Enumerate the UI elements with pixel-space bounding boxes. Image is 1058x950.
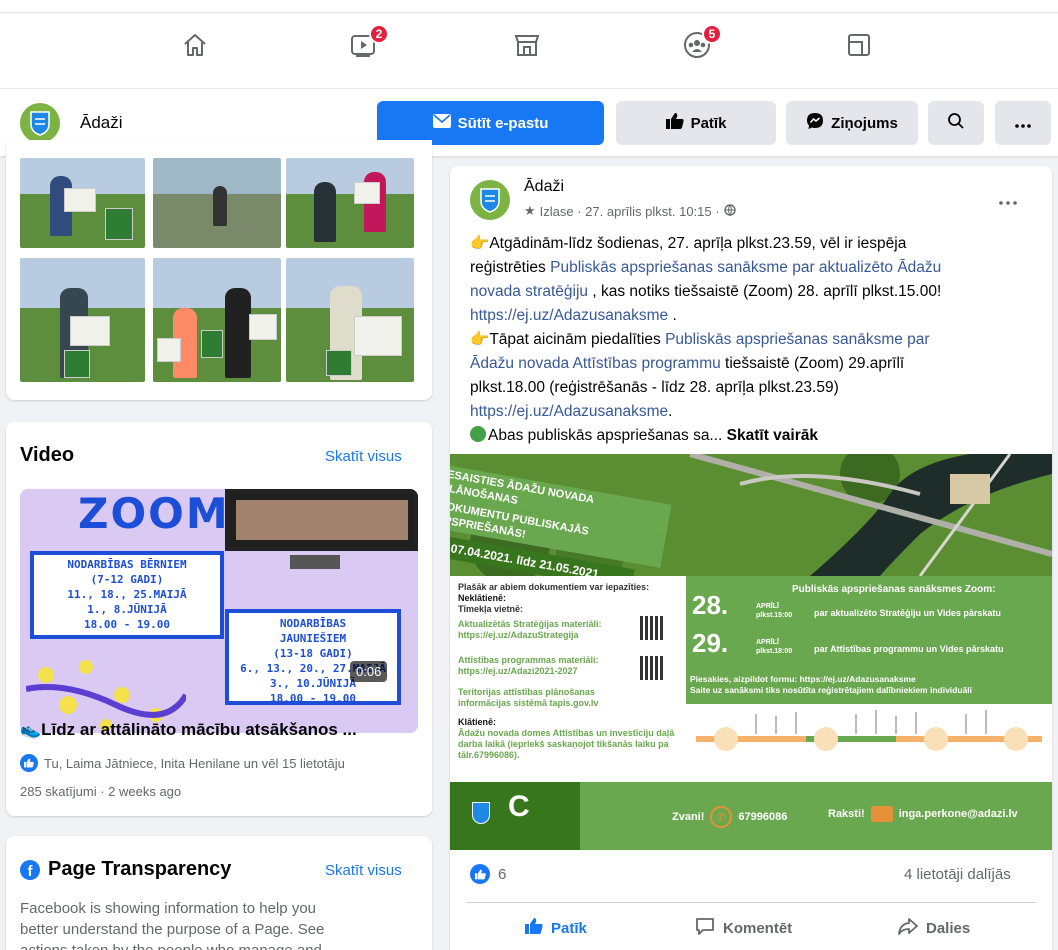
star-icon: ★ [524,203,536,218]
groups-icon[interactable]: 5 [680,24,722,60]
transparency-see-all-link[interactable]: Skatīt visus [325,862,402,879]
post-author-avatar[interactable] [470,180,510,220]
poster-timeline [686,704,1052,782]
poster-footer: C Zvani! ✆ 67996086 Raksti! inga.perkone… [450,782,1052,850]
send-email-button[interactable]: Sūtīt e-pastu [377,101,604,145]
search-button[interactable] [928,101,984,145]
more-options-button[interactable] [995,101,1051,145]
messenger-icon [806,112,824,134]
video-icon[interactable]: 2 [347,24,389,60]
pointing-hand-icon: 👉 [470,331,490,348]
top-divider [0,12,1058,13]
page-name[interactable]: Ādaži [80,113,123,133]
message-button[interactable]: Ziņojums [786,101,918,145]
gaming-icon[interactable] [842,30,876,60]
video-badge: 2 [369,24,389,44]
transparency-title: Page Transparency [48,858,232,880]
post-author-name[interactable]: Ādaži [524,178,564,196]
photo-thumbnail[interactable] [286,158,414,248]
share-icon [898,917,918,939]
photo-thumbnail[interactable] [153,158,281,248]
phone-icon: ✆ [710,806,733,828]
poster-info-left: Plašāk ar abiem dokumentiem var iepazīti… [450,576,686,782]
like-reaction-icon [20,754,38,772]
mail-icon [870,806,893,822]
youth-schedule-box: NODARBĪBAS JAUNIEŠIEM (13-18 GADI) 6., 1… [225,609,401,705]
post-url-link[interactable]: https://ej.uz/Adazusanaksme [470,307,668,324]
post-timestamp[interactable]: Izlase · 27. aprīlis plkst. 10:15 · [540,204,720,219]
globe-icon [723,203,736,219]
post-share-button[interactable]: Dalies [898,905,970,950]
like-page-button[interactable]: Patīk [616,101,776,145]
thumbs-up-icon [665,113,684,133]
video-likers[interactable]: Tu, Laima Jātniece, Inita Henilane un vē… [20,754,345,772]
send-email-label: Sūtīt e-pastu [457,114,549,132]
pointing-hand-icon: 👉 [470,235,490,252]
thumbnail-monitor [225,489,418,551]
video-see-all-link[interactable]: Skatīt visus [325,448,402,465]
post-link-program-event[interactable]: Publiskās apspriešanas sanāksme par [665,331,930,348]
qr-code [640,656,664,680]
like-page-label: Patīk [690,114,727,132]
aerial-photo: IESAISTIES ĀDAŽU NOVADA PLĀNOŠANAS DOKUM… [450,454,1052,592]
more-dots-icon [1014,115,1032,132]
post-link-strategy-event[interactable]: Publiskās apspriešanas sanāksme par aktu… [550,259,941,276]
poster-logo: C [508,790,530,823]
post-meta: ★ Izlase · 27. aprīlis plkst. 10:15 · [524,203,736,219]
children-schedule-box: NODARBĪBAS BĒRNIEM (7-12 GADI) 11., 18.,… [30,551,224,639]
post-image[interactable]: IESAISTIES ĀDAŽU NOVADA PLĀNOŠANAS DOKUM… [450,454,1052,850]
transparency-card: f Page Transparency Skatīt visus Faceboo… [6,836,432,950]
post-link-strategy-event-cont[interactable]: novada stratēģiju [470,283,588,300]
facebook-icon: f [20,859,40,880]
transparency-description: Facebook is showing information to help … [20,900,325,950]
poster-meetings: Publiskās apspriešanas sanāksmes Zoom: 2… [686,576,1052,704]
municipality-crest-icon [472,802,490,824]
sneaker-icon: 👟 [20,720,42,739]
video-views: 285 skatījumi · 2 weeks ago [20,784,182,799]
top-navigation: 2 5 [0,0,1058,88]
envelope-icon [432,114,451,132]
video-card: Video Skatīt visus ZOOM NODARBĪBAS BĒRNI… [6,422,432,816]
thumbnail-zoom-text: ZOOM [78,489,230,538]
post-text: 👉Atgādinām-līdz šodienas, 27. aprīļa plk… [470,235,942,444]
photo-thumbnail[interactable] [20,158,145,248]
like-reaction-icon [470,864,490,884]
green-circle-icon [470,426,486,442]
post-options-icon[interactable] [998,192,1018,210]
share-count[interactable]: 4 lietotāji dalījās [904,866,1011,883]
video-thumbnail[interactable]: ZOOM NODARBĪBAS BĒRNIEM (7-12 GADI) 11.,… [20,489,418,733]
actions-divider [466,902,1036,903]
thumbs-up-icon [525,918,543,938]
message-label: Ziņojums [831,114,898,132]
comment-icon [695,917,715,939]
post-reactions[interactable]: 6 [470,864,506,884]
see-more-link[interactable]: Skatīt vairāk [727,427,818,444]
photo-thumbnail[interactable] [20,258,145,382]
video-section-title: Video [20,444,75,466]
photos-card [6,140,432,400]
photo-thumbnail[interactable] [153,258,281,382]
post-url-link[interactable]: https://ej.uz/Adazusanaksme [470,403,668,420]
home-icon[interactable] [178,30,212,60]
photo-thumbnail[interactable] [286,258,414,382]
reaction-count: 6 [498,865,507,883]
qr-code [640,616,664,640]
search-icon [947,112,965,134]
post-comment-button[interactable]: Komentēt [695,905,792,950]
video-duration: 0:06 [350,661,388,682]
post-like-button[interactable]: Patīk [525,905,587,950]
page-avatar[interactable] [20,103,60,143]
marketplace-icon[interactable] [510,30,544,60]
post-link-program-event-cont[interactable]: Ādažu novada Attīstības programmu [470,355,721,372]
groups-badge: 5 [702,24,722,44]
video-title[interactable]: 👟Līdz ar attālināto mācību atsākšanos ..… [20,720,357,740]
